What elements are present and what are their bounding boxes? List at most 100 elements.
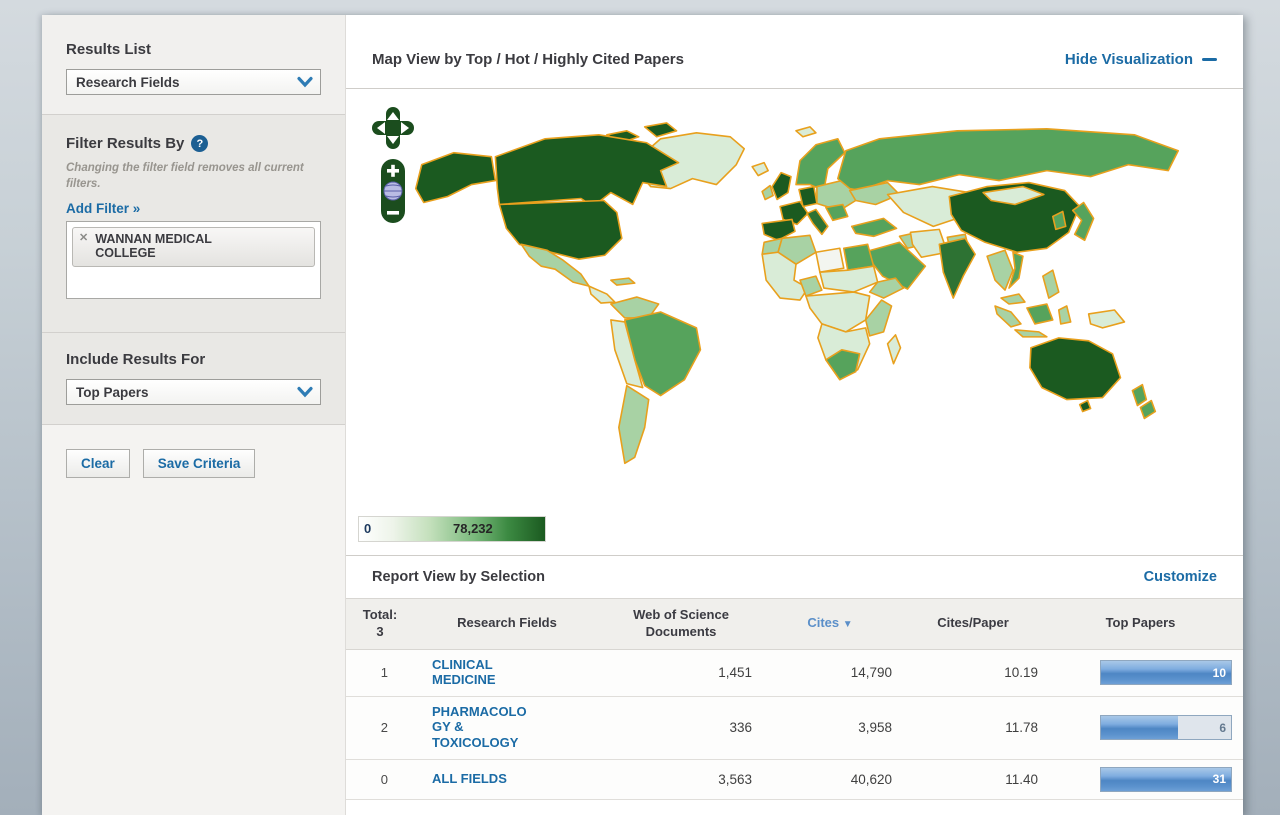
research-field-link[interactable]: CLINICAL MEDICINE: [432, 657, 536, 688]
table-row: 0 ALL FIELDS 3,563 40,620 11.40 31: [346, 760, 1243, 800]
research-field-link[interactable]: PHARMACOLOGY & TOXICOLOGY: [432, 704, 536, 750]
country-new-zealand[interactable]: [1132, 385, 1146, 406]
country-australia[interactable]: [1030, 338, 1121, 400]
report-section: Report View by Selection Customize Total…: [346, 555, 1243, 815]
table-row: 1 CLINICAL MEDICINE 1,451 14,790 10.19 1…: [346, 650, 1243, 697]
country-philippines[interactable]: [1043, 270, 1059, 298]
island-sumatra[interactable]: [995, 306, 1021, 327]
top-papers-bar: 10: [1100, 660, 1232, 685]
country-germany[interactable]: [799, 187, 817, 207]
map-pan-control[interactable]: [371, 106, 415, 150]
map-controls: [371, 106, 415, 224]
hide-visualization-label: Hide Visualization: [1065, 51, 1193, 68]
country-madagascar[interactable]: [888, 335, 901, 364]
customize-link[interactable]: Customize: [1144, 569, 1217, 585]
country-new-zealand[interactable]: [1140, 401, 1155, 419]
cites-per-paper-value: 10.19: [900, 665, 1046, 680]
criteria-actions-section: Clear Save Criteria: [42, 425, 345, 815]
include-results-dropdown-value: Top Papers: [76, 385, 149, 400]
visualization-header: Map View by Top / Hot / Highly Cited Pap…: [346, 15, 1243, 89]
results-list-dropdown[interactable]: Research Fields: [66, 69, 321, 95]
filter-tag-label: WANNAN MEDICAL COLLEGE: [95, 232, 223, 261]
filter-heading: Filter Results By ?: [66, 135, 321, 152]
region-east-africa[interactable]: [866, 300, 892, 336]
legend-min-value: 0: [364, 521, 371, 536]
region-central-africa[interactable]: [806, 292, 870, 332]
country-argentina-chile[interactable]: [619, 386, 649, 464]
cites-value: 40,620: [760, 772, 900, 787]
island-new-guinea[interactable]: [1089, 310, 1125, 328]
column-header-research-fields[interactable]: Research Fields: [412, 615, 602, 632]
sidebar: Results List Research Fields Filter Resu…: [42, 15, 345, 815]
country-japan[interactable]: [1073, 202, 1094, 240]
region-caribbean[interactable]: [611, 278, 635, 285]
top-papers-count: 6: [1219, 721, 1226, 735]
main-panel: Map View by Top / Hot / Highly Cited Pap…: [345, 15, 1243, 815]
country-alaska[interactable]: [416, 153, 496, 203]
results-list-dropdown-value: Research Fields: [76, 75, 180, 90]
globe-icon[interactable]: [384, 182, 402, 200]
top-papers-bar: 31: [1100, 767, 1232, 792]
zoom-out-button[interactable]: [387, 211, 399, 215]
country-svalbard[interactable]: [796, 127, 816, 137]
cites-per-paper-value: 11.78: [900, 720, 1046, 735]
country-uk[interactable]: [772, 173, 791, 200]
filter-section: Filter Results By ? Changing the filter …: [42, 115, 345, 333]
report-title: Report View by Selection: [372, 569, 545, 585]
results-list-heading: Results List: [66, 41, 321, 58]
legend-max-value: 78,232: [453, 521, 493, 536]
collapse-icon: [1202, 58, 1217, 61]
cites-per-paper-value: 11.40: [900, 772, 1046, 787]
country-ireland[interactable]: [762, 186, 773, 200]
map-color-legend: 0 78,232: [358, 516, 546, 542]
row-rank: 1: [348, 665, 412, 680]
island-tasmania[interactable]: [1080, 401, 1091, 412]
add-filter-link[interactable]: Add Filter »: [66, 201, 140, 216]
docs-value: 336: [602, 720, 760, 735]
column-header-cites-paper[interactable]: Cites/Paper: [900, 615, 1046, 632]
island-borneo[interactable]: [1027, 304, 1053, 324]
remove-filter-icon[interactable]: ✕: [79, 232, 88, 245]
country-turkey[interactable]: [852, 218, 897, 236]
table-header-row: Total: 3 Research Fields Web of Science …: [346, 598, 1243, 650]
save-criteria-button[interactable]: Save Criteria: [143, 449, 256, 478]
research-field-link[interactable]: ALL FIELDS: [432, 771, 536, 786]
help-icon[interactable]: ?: [191, 135, 208, 152]
country-italy[interactable]: [807, 209, 828, 234]
filter-heading-label: Filter Results By: [66, 135, 184, 152]
column-header-documents[interactable]: Web of Science Documents: [602, 607, 760, 641]
clear-button[interactable]: Clear: [66, 449, 130, 478]
include-results-section: Include Results For Top Papers: [42, 333, 345, 425]
country-iceland[interactable]: [752, 163, 768, 176]
report-table: Total: 3 Research Fields Web of Science …: [346, 598, 1243, 800]
chevron-down-icon: [297, 386, 313, 398]
app-window: Results List Research Fields Filter Resu…: [42, 15, 1243, 815]
map-zoom-control[interactable]: [380, 158, 406, 224]
column-header-top-papers[interactable]: Top Papers: [1046, 615, 1235, 632]
column-header-cites-sort[interactable]: Cites ▼: [760, 615, 900, 632]
region-central-america[interactable]: [589, 286, 615, 303]
include-results-heading: Include Results For: [66, 351, 321, 368]
filter-note: Changing the filter field removes all cu…: [66, 161, 321, 192]
top-papers-bar-fill: [1101, 768, 1231, 791]
country-india[interactable]: [939, 238, 975, 298]
country-usa[interactable]: [499, 200, 621, 259]
row-rank: 2: [348, 720, 412, 735]
include-results-dropdown[interactable]: Top Papers: [66, 379, 321, 405]
island-sulawesi[interactable]: [1059, 306, 1071, 324]
table-row: 2 PHARMACOLOGY & TOXICOLOGY 336 3,958 11…: [346, 697, 1243, 760]
region-balkans[interactable]: [826, 204, 848, 220]
country-canada[interactable]: [495, 135, 678, 207]
country-libya[interactable]: [816, 248, 844, 272]
filter-list: ✕ WANNAN MEDICAL COLLEGE: [66, 221, 321, 299]
country-russia[interactable]: [838, 129, 1178, 191]
island-java[interactable]: [1015, 330, 1047, 337]
sort-desc-icon: ▼: [843, 619, 853, 630]
country-malaysia[interactable]: [1001, 294, 1025, 304]
results-list-section: Results List Research Fields: [42, 15, 345, 115]
column-header-total: Total: 3: [348, 607, 412, 641]
arctic-island[interactable]: [645, 123, 677, 137]
hide-visualization-link[interactable]: Hide Visualization: [1065, 51, 1217, 68]
country-thailand-myanmar[interactable]: [987, 250, 1013, 290]
cites-value: 3,958: [760, 720, 900, 735]
